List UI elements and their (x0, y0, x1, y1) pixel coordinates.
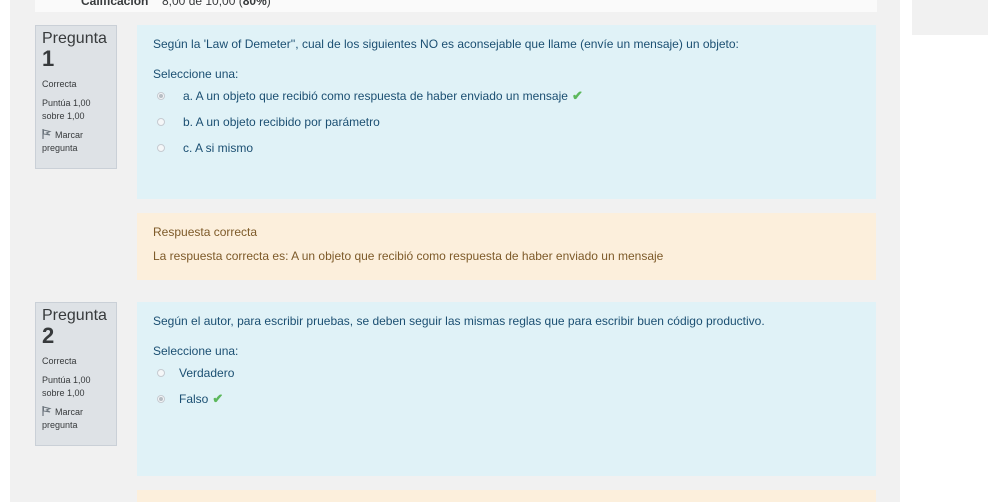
summary-label: Calificación (81, 0, 149, 8)
answer-radio[interactable] (157, 91, 165, 100)
question-number: 2 (42, 323, 55, 348)
answer-option[interactable]: b. A un objeto recibido por parámetro (153, 113, 860, 130)
check-icon: ✔ (212, 390, 224, 406)
answer-label: c. A si mismo (183, 140, 254, 155)
question-info-2: Pregunta 2 Correcta Puntúa 1,00 sobre 1,… (35, 302, 117, 446)
answer-prompt: Seleccione una: (153, 344, 239, 358)
check-icon: ✔ (571, 87, 583, 103)
feedback-title: Respuesta correcta (153, 225, 258, 239)
answer-radio[interactable] (157, 117, 165, 126)
answer-option[interactable]: c. A si mismo (153, 139, 860, 156)
answer-label: Falso (179, 391, 209, 406)
flag-question-button[interactable]: Marcar pregunta (42, 129, 110, 155)
flag-icon (42, 406, 52, 416)
question-state: Correcta (42, 356, 77, 366)
question-grade: Puntúa 1,00 sobre 1,00 (42, 98, 91, 121)
question-text: Según la 'Law of Demeter'', cual de los … (153, 37, 739, 51)
question-state: Correcta (42, 79, 77, 89)
answer-label: Verdadero (179, 365, 235, 380)
question-number: 1 (42, 46, 55, 71)
answer-label: b. A un objeto recibido por parámetro (183, 114, 380, 129)
question-content-1: Según la 'Law of Demeter'', cual de los … (137, 25, 876, 199)
answer-radio[interactable] (157, 143, 165, 152)
flag-question-button[interactable]: Marcar pregunta (42, 406, 110, 432)
answer-option[interactable]: Verdadero (153, 364, 860, 381)
question-feedback-1: Respuesta correcta La respuesta correcta… (137, 213, 876, 280)
answer-radio[interactable] (157, 394, 165, 403)
question-grade: Puntúa 1,00 sobre 1,00 (42, 375, 91, 398)
side-panel (912, 0, 988, 35)
flag-icon (42, 129, 52, 139)
answer-radio[interactable] (157, 368, 165, 377)
summary-value: 8,00 de 10,00 (80%) (162, 0, 271, 8)
answer-option[interactable]: a. A un objeto que recibió como respuest… (153, 87, 860, 104)
question-text: Según el autor, para escribir pruebas, s… (153, 314, 765, 328)
question-feedback-2 (137, 490, 876, 502)
question-content-2: Según el autor, para escribir pruebas, s… (137, 302, 876, 476)
answer-prompt: Seleccione una: (153, 67, 239, 81)
answer-label: a. A un objeto que recibió como respuest… (183, 88, 568, 103)
answer-option[interactable]: Falso ✔ (153, 390, 860, 407)
feedback-text: La respuesta correcta es: A un objeto qu… (153, 249, 664, 263)
quiz-summary-row: Calificación 8,00 de 10,00 (80%) (35, 0, 877, 12)
question-info-1: Pregunta 1 Correcta Puntúa 1,00 sobre 1,… (35, 25, 117, 169)
